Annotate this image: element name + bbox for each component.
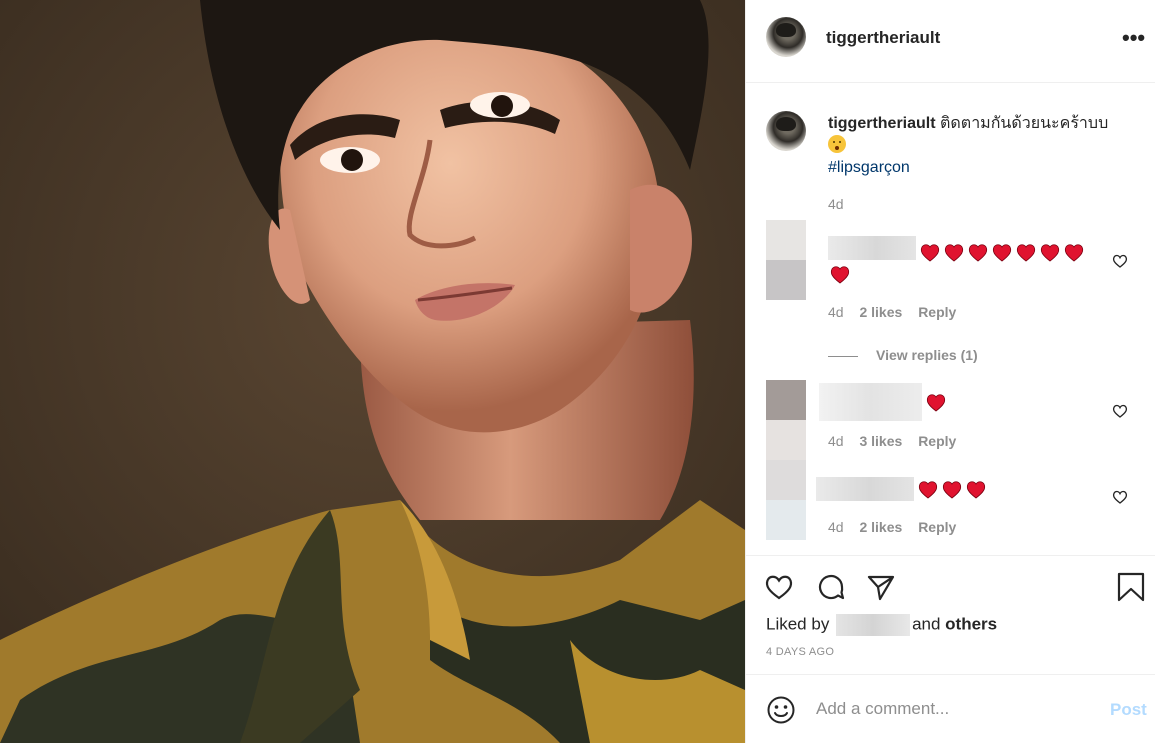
commenter-avatar[interactable] [766,380,806,460]
heart-emoji-icon [944,244,964,262]
post-header: tiggertheriault ••• [746,0,1155,83]
caption-timestamp: 4d [828,196,844,212]
portrait-image [0,0,745,743]
comment-like-heart-icon[interactable] [1112,489,1128,505]
author-username[interactable]: tiggertheriault [826,28,940,48]
heart-emoji-icon [1064,244,1084,262]
commenter-avatar[interactable] [766,460,806,540]
bookmark-icon[interactable] [1116,572,1146,602]
share-icon[interactable] [866,572,896,602]
action-bar: Liked by and others 4 DAYS AGO [746,555,1155,676]
hashtag-link[interactable]: #lipsgarçon [828,157,1128,179]
comment-like-heart-icon[interactable] [1112,253,1128,269]
commenter-avatar[interactable] [766,220,806,300]
heart-emoji-icon [830,266,850,284]
add-comment-bar: Post [746,674,1155,744]
reply-button[interactable]: Reply [918,304,956,320]
liked-by-others-link[interactable]: others [945,614,997,633]
comment-hearts [918,480,990,500]
comment-meta: 4d 2 likes Reply [828,519,968,535]
comment-icon[interactable] [816,572,846,602]
comment-hearts-wrap [830,265,854,285]
reply-button[interactable]: Reply [918,519,956,535]
heart-emoji-icon [1016,244,1036,262]
liked-by-middle: and [912,614,941,634]
comment-likes[interactable]: 2 likes [859,519,902,535]
caption-username[interactable]: tiggertheriault [828,115,936,132]
comment-meta: 4d 3 likes Reply [828,433,968,449]
comment-meta: 4d 2 likes Reply [828,304,968,320]
kissing-face-icon [828,135,846,153]
caption-avatar[interactable] [766,111,806,151]
commenter-username-redacted[interactable] [819,383,922,421]
comment-likes[interactable]: 2 likes [859,304,902,320]
heart-emoji-icon [1040,244,1060,262]
comment-input[interactable] [816,695,1086,723]
heart-emoji-icon [926,394,946,412]
reply-button[interactable]: Reply [918,433,956,449]
replies-divider [828,355,858,357]
post-button[interactable]: Post [1110,700,1147,720]
comment-timestamp: 4d [828,433,844,449]
caption-body: ติดตามกันด้วยนะคร้าบบ [940,115,1109,132]
comment-timestamp: 4d [828,519,844,535]
liker-username-redacted[interactable] [836,614,911,636]
commenter-username-redacted[interactable] [816,477,914,501]
comment-timestamp: 4d [828,304,844,320]
heart-emoji-icon [918,481,938,499]
caption-text: tiggertheriault ติดตามกันด้วยนะคร้าบบ #l… [828,113,1128,179]
commenter-username-redacted[interactable] [828,236,916,260]
view-replies-button[interactable]: View replies (1) [828,347,978,363]
smiley-icon[interactable] [766,695,796,725]
heart-emoji-icon [968,244,988,262]
heart-emoji-icon [920,244,940,262]
comment-like-heart-icon[interactable] [1112,403,1128,419]
heart-icon[interactable] [764,572,794,602]
post-time-ago: 4 DAYS AGO [766,646,835,658]
view-replies-label: View replies (1) [876,347,978,363]
heart-emoji-icon [992,244,1012,262]
liked-by-prefix: Liked by [766,614,830,634]
more-icon[interactable]: ••• [1122,25,1145,51]
post-panel: tiggertheriault ••• tiggertheriault ติดต… [745,0,1155,743]
liked-by: Liked by and others [766,614,997,636]
author-avatar[interactable] [766,17,806,57]
comment-likes[interactable]: 3 likes [859,433,902,449]
heart-emoji-icon [966,481,986,499]
heart-emoji-icon [942,481,962,499]
comment-hearts [926,393,950,413]
comment-hearts [920,243,1090,263]
post-photo [0,0,745,743]
